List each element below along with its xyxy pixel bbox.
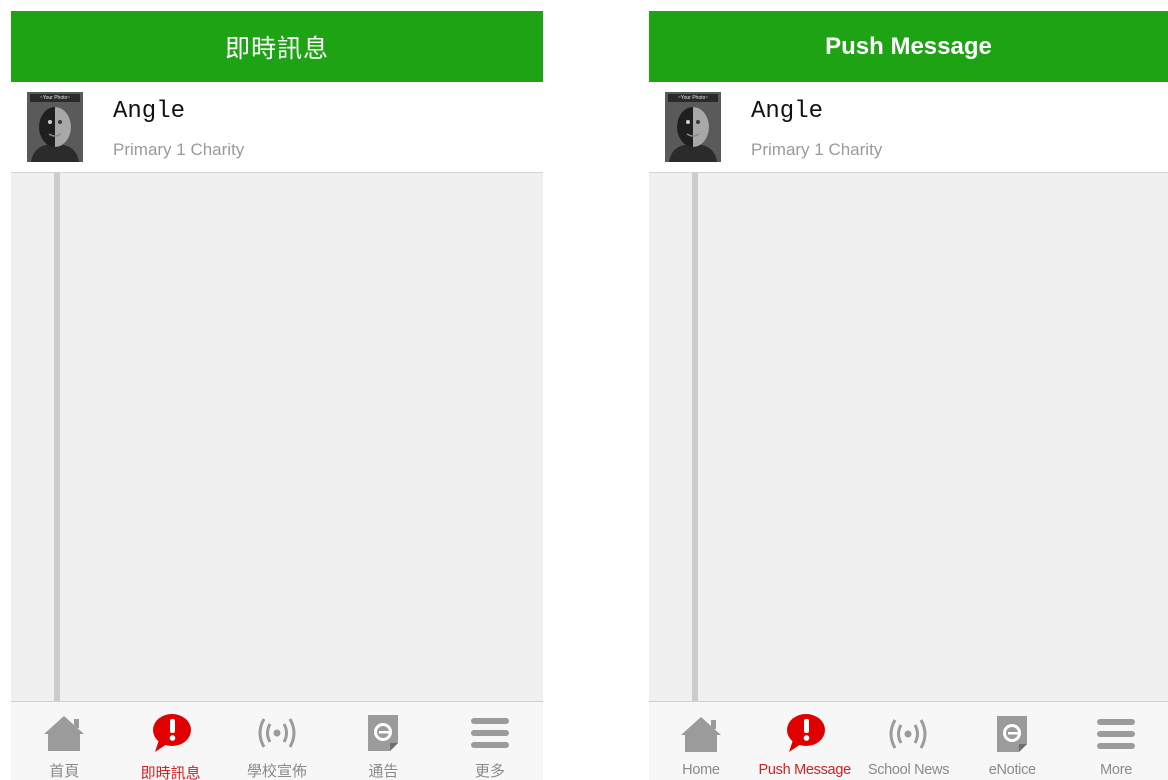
- tab-school-news[interactable]: 學校宣佈: [224, 702, 330, 780]
- tab-more[interactable]: More: [1064, 702, 1168, 780]
- tab-label: 即時訊息: [140, 765, 201, 780]
- profile-row[interactable]: ~Your Photo~ Angle Primary 1 Charity: [649, 82, 1168, 173]
- tab-bar: Home Push Message School News eNotice Mo…: [649, 701, 1168, 780]
- page-title: 即時訊息: [224, 34, 329, 63]
- timeline-line: [692, 173, 698, 701]
- tab-push-message[interactable]: Push Message: [753, 702, 857, 780]
- tab-label: Push Message: [758, 762, 852, 778]
- avatar-caption: ~Your Photo~: [30, 94, 80, 102]
- profile-subtitle: Primary 1 Charity: [113, 140, 245, 159]
- screen-chinese: 即時訊息 ~Your Photo~ Angle Primary 1 Charit…: [11, 11, 543, 780]
- profile-row[interactable]: ~Your Photo~ Angle Primary 1 Charity: [11, 82, 543, 173]
- avatar: ~Your Photo~: [665, 92, 721, 162]
- header-bar: 即時訊息: [11, 11, 543, 82]
- tab-enotice[interactable]: 通告: [330, 702, 436, 780]
- message-alert-icon: [149, 712, 193, 756]
- profile-subtitle: Primary 1 Charity: [751, 140, 883, 159]
- profile-name: Angle: [751, 98, 824, 125]
- avatar-placeholder-icon: [665, 92, 721, 162]
- tab-home[interactable]: Home: [649, 702, 753, 780]
- page-title: Push Message: [825, 32, 992, 60]
- message-list[interactable]: [649, 173, 1168, 701]
- notice-icon: [361, 712, 405, 754]
- tab-school-news[interactable]: School News: [857, 702, 961, 780]
- header-bar: Push Message: [649, 11, 1168, 82]
- tab-push-message[interactable]: 即時訊息: [117, 702, 223, 780]
- message-list[interactable]: [11, 173, 543, 701]
- home-icon: [42, 712, 86, 754]
- avatar-placeholder-icon: [27, 92, 83, 162]
- broadcast-icon: [886, 712, 930, 756]
- home-icon: [679, 712, 723, 756]
- menu-icon: [1094, 712, 1138, 756]
- tab-label: 通告: [368, 763, 399, 780]
- tab-label: 更多: [474, 763, 505, 780]
- timeline-line: [54, 173, 60, 701]
- tab-bar: 首頁 即時訊息 學校宣佈 通告 更多: [11, 701, 543, 780]
- tab-label: 學校宣佈: [247, 763, 308, 780]
- tab-more[interactable]: 更多: [437, 702, 543, 780]
- tab-label: 首頁: [49, 763, 80, 780]
- avatar: ~Your Photo~: [27, 92, 83, 162]
- broadcast-icon: [255, 712, 299, 754]
- tab-label: eNotice: [988, 762, 1036, 778]
- screen-english: Push Message ~Your Photo~ Angle Primary …: [649, 11, 1168, 780]
- tab-label: More: [1100, 762, 1132, 778]
- tab-home[interactable]: 首頁: [11, 702, 117, 780]
- menu-icon: [468, 712, 512, 754]
- tab-label: Home: [682, 762, 720, 778]
- tab-label: School News: [867, 762, 950, 778]
- message-alert-icon: [783, 712, 827, 756]
- notice-icon: [990, 712, 1034, 756]
- avatar-caption: ~Your Photo~: [668, 94, 718, 102]
- profile-name: Angle: [113, 98, 186, 125]
- tab-enotice[interactable]: eNotice: [960, 702, 1064, 780]
